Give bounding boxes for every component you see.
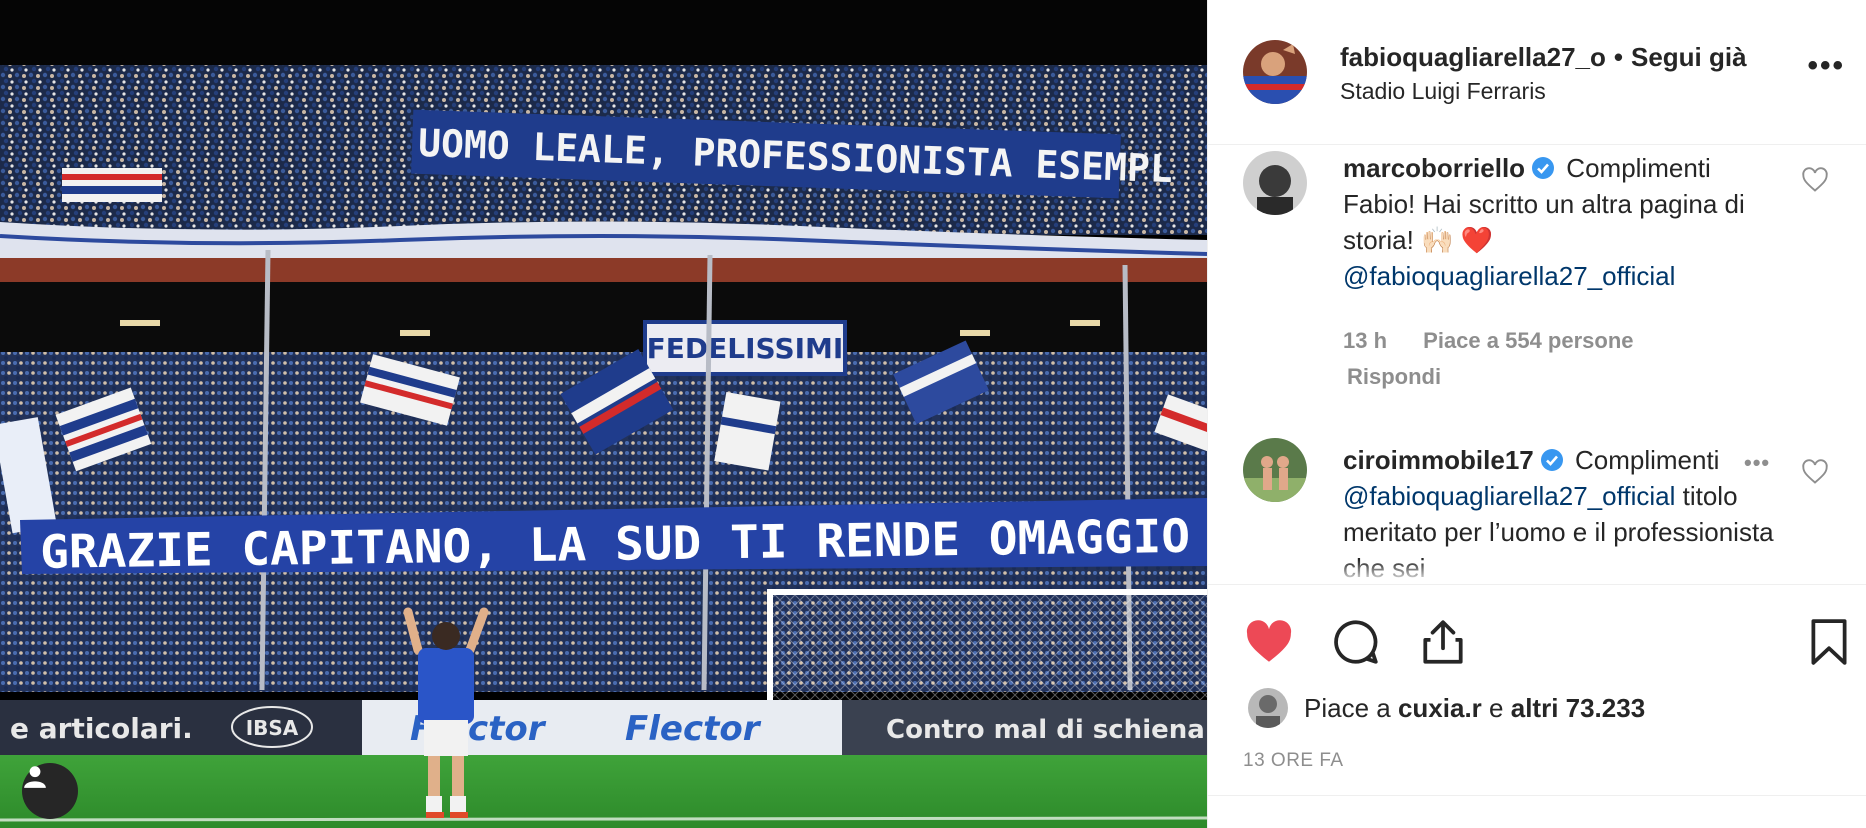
verified-badge-icon bbox=[1540, 449, 1563, 471]
comment-mention-link[interactable]: @fabioquagliarella27_official bbox=[1343, 261, 1675, 291]
ad-board-1: e articolari. bbox=[10, 712, 193, 745]
verified-badge-icon bbox=[1532, 157, 1555, 179]
post-timestamp[interactable]: 13 ORE FA bbox=[1243, 750, 1344, 772]
ad-board-4: Flector bbox=[625, 709, 762, 749]
comment-text: Complimenti bbox=[1574, 445, 1720, 475]
comment-more-options-icon[interactable]: ••• bbox=[1744, 450, 1770, 476]
commenter-avatar[interactable] bbox=[1243, 438, 1307, 502]
separator-dot: • bbox=[1613, 42, 1623, 72]
share-icon[interactable] bbox=[1418, 617, 1468, 667]
likes-others-count[interactable]: altri 73.233 bbox=[1511, 693, 1645, 724]
comment-likes-count[interactable]: Piace a 554 persone bbox=[1423, 328, 1633, 353]
action-bar bbox=[1208, 584, 1866, 684]
comment-text-block: marcoborriello Complimenti Fabio! Hai sc… bbox=[1343, 150, 1783, 294]
liked-heart-icon[interactable] bbox=[1244, 617, 1294, 667]
comment-mention-link[interactable]: @fabioquagliarella27_official bbox=[1343, 481, 1675, 511]
stadium-photo: UOMO LEALE, PROFESSIONISTA ESEMPL FEDELI… bbox=[0, 0, 1207, 828]
more-options-icon[interactable]: ••• bbox=[1807, 51, 1845, 81]
divider bbox=[1208, 795, 1866, 796]
ad-board-5: Contro mal di schiena bbox=[886, 715, 1205, 745]
likes-conj: e bbox=[1489, 692, 1504, 723]
comments-list[interactable]: marcoborriello Complimenti Fabio! Hai sc… bbox=[1208, 146, 1866, 584]
commenter-avatar[interactable] bbox=[1243, 151, 1307, 215]
like-comment-heart-icon[interactable] bbox=[1801, 458, 1829, 486]
likes-summary: Piace a cuxia.r e altri 73.233 bbox=[1248, 688, 1645, 728]
comment-meta: 13 h Piace a 554 persone bbox=[1343, 328, 1664, 354]
liker-username[interactable]: cuxia.r bbox=[1398, 693, 1482, 724]
liker-avatar[interactable] bbox=[1248, 688, 1288, 728]
like-comment-heart-icon[interactable] bbox=[1801, 166, 1829, 194]
likes-prefix: Piace a bbox=[1304, 692, 1391, 723]
comment-icon[interactable] bbox=[1331, 617, 1381, 667]
comments-fade bbox=[1208, 560, 1866, 584]
ad-board-2: IBSA bbox=[246, 716, 299, 740]
post-side-panel: fabioquagliarella27_o • Segui già Stadio L… bbox=[1207, 0, 1866, 828]
banner-middle-text: FEDELISSIMI bbox=[647, 332, 844, 365]
comment-time: 13 h bbox=[1343, 328, 1388, 353]
author-username[interactable]: fabioquagliarella27_o bbox=[1340, 42, 1606, 72]
following-button[interactable]: Segui già bbox=[1631, 42, 1747, 72]
post-location[interactable]: Stadio Luigi Ferraris bbox=[1340, 78, 1546, 105]
person-icon bbox=[24, 766, 46, 788]
reply-button[interactable]: Rispondi bbox=[1347, 364, 1441, 390]
comment-username[interactable]: ciroimmobile17 bbox=[1343, 445, 1534, 475]
save-bookmark-icon[interactable] bbox=[1804, 617, 1854, 667]
user-tag-button[interactable] bbox=[22, 763, 78, 819]
comment-username[interactable]: marcoborriello bbox=[1343, 153, 1525, 183]
author-avatar[interactable] bbox=[1243, 40, 1307, 104]
post-photo[interactable]: UOMO LEALE, PROFESSIONISTA ESEMPL FEDELI… bbox=[0, 0, 1207, 828]
post-header: fabioquagliarella27_o • Segui già Stadio L… bbox=[1208, 0, 1866, 145]
